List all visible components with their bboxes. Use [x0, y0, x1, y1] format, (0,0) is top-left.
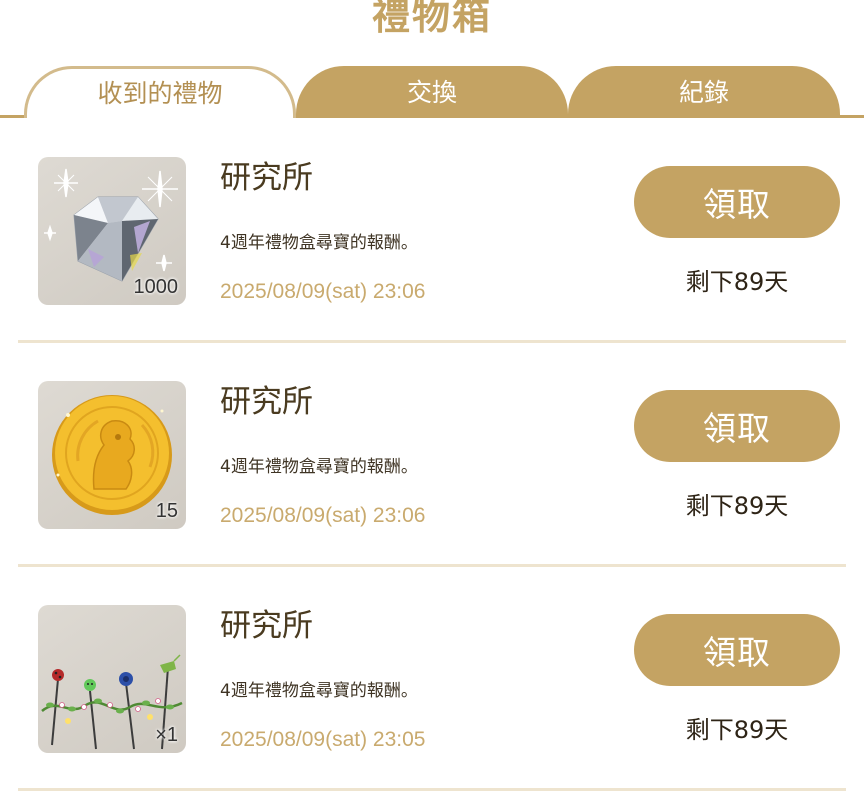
gift-sender: 研究所 [220, 384, 313, 420]
remaining-days: 剩下89天 [685, 716, 789, 744]
row-divider [18, 788, 846, 791]
claim-button[interactable]: 領取 [634, 166, 840, 238]
gift-date: 2025/08/09(sat) 23:06 [220, 504, 426, 527]
gift-list: 1000 研究所 4週年禮物盒尋寶的報酬。 2025/08/09(sat) 23… [0, 120, 864, 792]
tab-history[interactable]: 紀錄 [568, 66, 840, 118]
tab-exchange[interactable]: 交換 [296, 66, 568, 118]
gift-description: 4週年禮物盒尋寶的報酬。 [220, 457, 418, 477]
remaining-days: 剩下89天 [685, 492, 789, 520]
gift-quantity: 1000 [133, 276, 179, 298]
claim-button[interactable]: 領取 [634, 614, 840, 686]
gift-thumbnail: ×1 [38, 605, 186, 753]
gift-date: 2025/08/09(sat) 23:06 [220, 280, 426, 303]
gift-sender: 研究所 [220, 608, 313, 644]
page-title: 禮物箱 [371, 0, 492, 38]
claim-button[interactable]: 領取 [634, 390, 840, 462]
gift-description: 4週年禮物盒尋寶的報酬。 [220, 233, 418, 253]
gift-date: 2025/08/09(sat) 23:05 [220, 728, 426, 751]
row-divider [18, 564, 846, 567]
gift-quantity: ×1 [155, 724, 178, 746]
gift-sender: 研究所 [220, 160, 313, 196]
tab-received-gifts[interactable]: 收到的禮物 [24, 66, 296, 118]
gift-row: ×1 研究所 4週年禮物盒尋寶的報酬。 2025/08/09(sat) 23:0… [0, 568, 864, 792]
gift-row: 1000 研究所 4週年禮物盒尋寶的報酬。 2025/08/09(sat) 23… [0, 120, 864, 344]
gift-thumbnail: 15 [38, 381, 186, 529]
row-divider [18, 340, 846, 343]
gift-thumbnail: 1000 [38, 157, 186, 305]
gift-row: 15 研究所 4週年禮物盒尋寶的報酬。 2025/08/09(sat) 23:0… [0, 344, 864, 568]
tab-bar: 收到的禮物 交換 紀錄 [0, 66, 864, 120]
gift-quantity: 15 [155, 500, 178, 522]
remaining-days: 剩下89天 [685, 268, 789, 296]
gift-description: 4週年禮物盒尋寶的報酬。 [220, 681, 418, 701]
